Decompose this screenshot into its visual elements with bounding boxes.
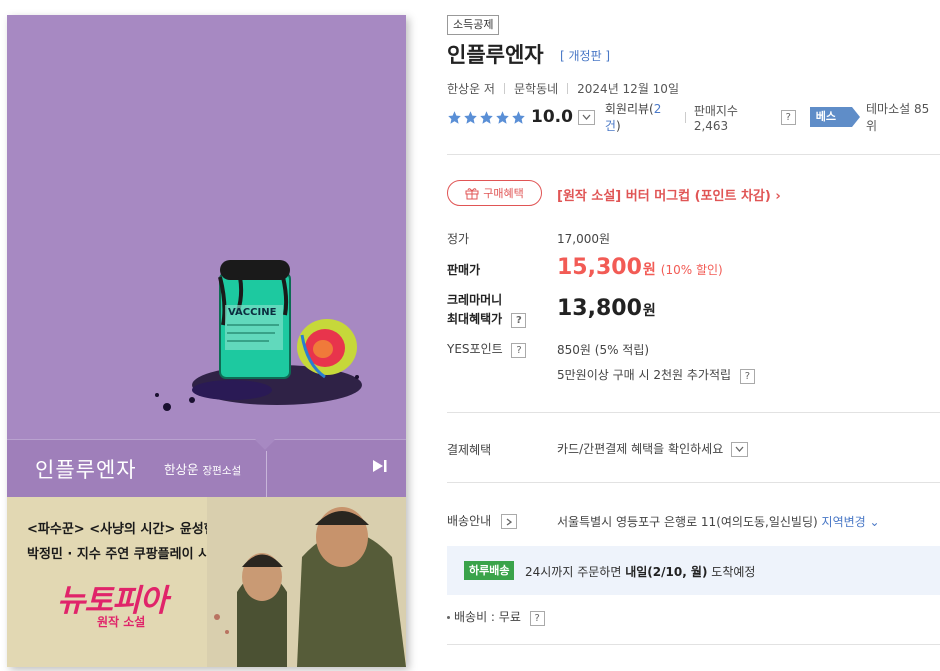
- benefit-gift-link[interactable]: [원작 소설] 버터 머그컵 (포인트 차감) ›: [557, 185, 781, 204]
- banner-line-2: 박정민 · 지수 주연 쿠팡플레이 시리즈: [27, 547, 234, 562]
- sale-price-unit: 원: [642, 262, 656, 278]
- point-extra-text: 5만원이상 구매 시 2천원 추가적립: [557, 368, 732, 382]
- crema-price-unit: 원: [642, 303, 656, 319]
- star-icon: [512, 110, 525, 124]
- payment-label: 결제혜택: [447, 443, 492, 457]
- crema-help-icon[interactable]: ?: [511, 313, 527, 328]
- publisher-link[interactable]: 문학동네: [514, 80, 558, 97]
- sale-discount: (10% 할인): [660, 263, 723, 277]
- publish-date: 2024년 12월 10일: [577, 82, 679, 96]
- star-icon: [464, 110, 477, 124]
- shipping-fee-text: 배송비 : 무료: [454, 610, 521, 624]
- payment-benefit: 카드/간편결제 혜택을 확인하세요: [557, 440, 749, 457]
- divider: [447, 412, 940, 413]
- point-extra-help-icon[interactable]: ?: [739, 369, 755, 384]
- gift-icon: [465, 187, 479, 199]
- banner-subtitle: 원작 소설: [97, 615, 146, 629]
- cover-illustration: VACCINE: [7, 15, 406, 439]
- actors-photo: [207, 497, 406, 667]
- rating-score: 10.0: [531, 107, 573, 127]
- chevron-down-icon: [735, 446, 744, 452]
- crema-label-line1: 크레마머니: [447, 293, 503, 307]
- author-link[interactable]: 한상운 저: [447, 80, 495, 97]
- sale-price-label: 판매가: [447, 263, 481, 277]
- review-close: ): [615, 119, 621, 133]
- rating-dropdown[interactable]: [577, 109, 595, 125]
- cover-title: 인플루엔자: [35, 458, 137, 482]
- today-delivery-date: 내일(2/10, 월): [625, 565, 708, 579]
- point-label-text: YES포인트: [447, 342, 503, 356]
- purchase-benefit-label: 구매혜택: [483, 187, 524, 200]
- delivery-address: 서울특별시 영등포구 은행로 11(여의도동,일신빌딩) 지역변경 ⌄: [557, 513, 880, 530]
- bullet-icon: [447, 616, 450, 619]
- today-delivery-badge: 하루배송: [464, 561, 515, 580]
- cover-author-name: 한상운: [164, 462, 199, 477]
- book-meta: 한상운 저 문학동네 2024년 12월 10일: [447, 80, 679, 97]
- divider: [447, 482, 940, 483]
- vaccine-label-text: VACCINE: [228, 307, 277, 318]
- crema-label-line2: 최대혜택가 ?: [447, 310, 527, 328]
- shipping-fee: 배송비 : 무료 ?: [447, 608, 545, 626]
- star-icon: [448, 110, 461, 124]
- crema-label-text: 최대혜택가: [447, 312, 503, 326]
- star-icon: [480, 110, 493, 124]
- shipping-help-icon[interactable]: ?: [529, 611, 545, 626]
- star-icon: [496, 110, 509, 124]
- rating-row: 10.0 회원리뷰(2건) 판매지수 2,463 ? 베스트 테마소설 85위: [447, 102, 940, 143]
- income-deduction-badge: 소득공제: [447, 15, 500, 35]
- divider: [447, 154, 940, 155]
- today-delivery-text: 24시까지 주문하면 내일(2/10, 월) 도착예정: [525, 563, 755, 580]
- cover-divider: [266, 451, 267, 497]
- point-label: YES포인트 ?: [447, 340, 527, 358]
- sales-index: 판매지수 2,463: [693, 103, 738, 133]
- region-change-label: 지역변경: [821, 515, 866, 529]
- today-delivery-box: 하루배송 24시까지 주문하면 내일(2/10, 월) 도착예정: [447, 546, 940, 595]
- delivery-label: 배송안내: [447, 512, 517, 529]
- sale-price-value: 15,300: [557, 255, 642, 280]
- cover-author: 한상운 장편소설: [164, 459, 241, 478]
- delivery-label-text: 배송안내: [447, 514, 492, 528]
- meta-divider: [503, 83, 505, 94]
- payment-dropdown[interactable]: [731, 442, 749, 457]
- play-next-icon[interactable]: [371, 458, 389, 474]
- theme-rank-link[interactable]: 테마소설 85위: [866, 100, 940, 134]
- crema-price-value: 13,800: [557, 296, 642, 321]
- delivery-info-button[interactable]: [501, 514, 517, 529]
- point-help-icon[interactable]: ?: [511, 343, 527, 358]
- review-link[interactable]: 회원리뷰(2건): [605, 100, 677, 134]
- cover-promo-banner: <파수꾼> <사냥의 시간> 윤성현 감독 박정민 · 지수 주연 쿠팡플레이 …: [7, 497, 406, 667]
- crema-price: 13,800 원: [557, 296, 656, 321]
- book-cover[interactable]: VACCINE 인플루엔자 한상운 장편소설 <파수꾼> <사냥의 시간> 윤성…: [7, 15, 406, 667]
- point-extra: 5만원이상 구매 시 2천원 추가적립 ?: [557, 366, 755, 384]
- divider: [447, 644, 940, 645]
- rating-divider: [684, 111, 686, 123]
- sales-help-icon[interactable]: ?: [780, 109, 796, 125]
- payment-benefit-text: 카드/간편결제 혜택을 확인하세요: [557, 442, 724, 456]
- chevron-down-icon: [582, 114, 591, 120]
- chevron-right-icon: [506, 518, 512, 526]
- sale-price: 15,300 원 (10% 할인): [557, 255, 723, 280]
- region-change-link[interactable]: 지역변경 ⌄: [822, 515, 880, 529]
- purchase-benefit-button[interactable]: 구매혜택: [447, 180, 542, 206]
- star-rating: [447, 110, 526, 125]
- review-label: 회원리뷰(: [604, 102, 654, 116]
- edition-label: [ 개정판 ]: [560, 49, 611, 63]
- cover-author-suffix: 장편소설: [202, 465, 242, 477]
- delivery-address-text: 서울특별시 영등포구 은행로 11(여의도동,일신빌딩): [557, 515, 818, 529]
- meta-divider: [567, 83, 569, 94]
- best-badge: 베스트: [809, 107, 861, 143]
- list-price-label: 정가: [447, 232, 470, 246]
- today-delivery-pre: 24시까지 주문하면: [525, 565, 622, 579]
- list-price-value: 17,000원: [557, 232, 611, 246]
- today-delivery-post: 도착예정: [711, 565, 756, 579]
- book-title: 인플루엔자: [447, 43, 544, 67]
- point-value: 850원 (5% 적립): [557, 343, 650, 357]
